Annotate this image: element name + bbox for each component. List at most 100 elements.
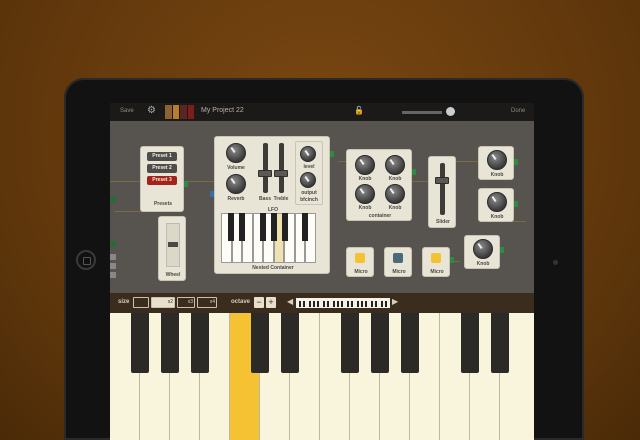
- knob[interactable]: [355, 155, 375, 175]
- treble-slider-thumb[interactable]: [274, 170, 288, 177]
- knob-label: Knob: [490, 214, 504, 220]
- swatch[interactable]: [180, 105, 187, 119]
- patch-port[interactable]: [184, 181, 188, 187]
- nested-container[interactable]: Volume Reverb Bass Treble level output b…: [214, 136, 330, 274]
- slider-track[interactable]: [440, 163, 445, 215]
- module-label: Wheel: [165, 272, 181, 278]
- preset-button-active[interactable]: Preset 3: [147, 176, 177, 185]
- done-button[interactable]: Done: [511, 108, 525, 114]
- size-label: size: [118, 299, 130, 305]
- slider-thumb[interactable]: [435, 177, 449, 184]
- chevron-left-icon[interactable]: ◀: [287, 297, 293, 306]
- knob[interactable]: [487, 192, 507, 212]
- patch-port[interactable]: [500, 247, 504, 253]
- lfo-subcontainer[interactable]: level output bfcinch: [295, 141, 323, 205]
- keyboard-options-bar: size x2 x3 x4 octave − + ◀ ▶: [110, 293, 534, 313]
- micro-module[interactable]: Micro: [422, 247, 450, 277]
- output-knob[interactable]: [300, 172, 316, 188]
- module-label: Slider: [436, 219, 450, 225]
- mini-black-key[interactable]: [282, 213, 288, 241]
- octave-up-button[interactable]: +: [266, 297, 276, 308]
- status-light: [110, 263, 116, 269]
- patch-port[interactable]: [514, 201, 518, 207]
- size-option[interactable]: x4: [197, 297, 217, 308]
- black-key[interactable]: [371, 313, 389, 373]
- size-option[interactable]: x3: [177, 297, 195, 308]
- knob-module[interactable]: Knob: [478, 188, 514, 222]
- swatch[interactable]: [172, 105, 179, 119]
- black-key[interactable]: [401, 313, 419, 373]
- knob[interactable]: [385, 184, 405, 204]
- knob-label: Knob: [490, 172, 504, 178]
- home-button[interactable]: [76, 250, 96, 270]
- black-key[interactable]: [281, 313, 299, 373]
- wheel-module[interactable]: Wheel: [158, 216, 186, 281]
- knob-container[interactable]: Knob Knob Knob Knob container: [346, 149, 412, 221]
- volume-slider[interactable]: [402, 111, 442, 114]
- micro-pad[interactable]: [393, 253, 403, 263]
- micro-pad[interactable]: [355, 253, 365, 263]
- size-option[interactable]: [133, 297, 149, 308]
- black-key[interactable]: [251, 313, 269, 373]
- level-knob[interactable]: [300, 146, 316, 162]
- camera: [553, 260, 558, 265]
- size-option-selected[interactable]: x2: [151, 297, 175, 308]
- octave-down-button[interactable]: −: [254, 297, 264, 308]
- bass-slider[interactable]: [263, 143, 268, 193]
- mini-black-key[interactable]: [228, 213, 234, 241]
- pitch-wheel[interactable]: [166, 223, 180, 267]
- mini-black-key[interactable]: [271, 213, 277, 241]
- piano-keyboard[interactable]: [110, 313, 534, 440]
- micro-module[interactable]: Micro: [384, 247, 412, 277]
- patch-port[interactable]: [330, 151, 334, 157]
- knob[interactable]: [355, 184, 375, 204]
- presets-module[interactable]: Preset 1 Preset 2 Preset 3 Presets: [140, 146, 184, 212]
- black-key[interactable]: [131, 313, 149, 373]
- volume-slider-thumb[interactable]: [446, 107, 455, 116]
- knob-module[interactable]: Knob: [464, 235, 500, 269]
- bass-slider-thumb[interactable]: [258, 170, 272, 177]
- black-key[interactable]: [161, 313, 179, 373]
- knob-label: Knob: [358, 205, 372, 211]
- black-key[interactable]: [461, 313, 479, 373]
- reverb-knob[interactable]: [226, 174, 246, 194]
- knob-module[interactable]: Knob: [478, 146, 514, 180]
- module-label: container: [368, 213, 392, 219]
- module-label: Micro: [392, 269, 406, 275]
- micro-module[interactable]: Micro: [346, 247, 374, 277]
- black-key[interactable]: [491, 313, 509, 373]
- gear-icon[interactable]: ⚙: [147, 106, 156, 116]
- knob[interactable]: [473, 239, 493, 259]
- patch-port[interactable]: [450, 257, 454, 263]
- keyboard-range-strip[interactable]: [296, 298, 390, 308]
- chevron-right-icon[interactable]: ▶: [392, 297, 398, 306]
- patch-port[interactable]: [210, 191, 214, 197]
- knob-label: level: [303, 164, 315, 170]
- treble-slider[interactable]: [279, 143, 284, 193]
- volume-knob[interactable]: [226, 143, 246, 163]
- knob[interactable]: [385, 155, 405, 175]
- preset-button[interactable]: Preset 2: [147, 164, 177, 173]
- swatch[interactable]: [187, 105, 194, 119]
- range-strip-keys: [299, 301, 387, 307]
- mini-black-key[interactable]: [239, 213, 245, 241]
- black-key[interactable]: [191, 313, 209, 373]
- mini-black-key[interactable]: [260, 213, 266, 241]
- patch-port[interactable]: [514, 159, 518, 165]
- knob[interactable]: [487, 150, 507, 170]
- swatch[interactable]: [165, 105, 172, 119]
- pitch-wheel-thumb[interactable]: [168, 242, 178, 247]
- mini-black-key[interactable]: [302, 213, 308, 241]
- save-button[interactable]: Save: [120, 108, 134, 114]
- project-title[interactable]: My Project 22: [201, 107, 244, 114]
- knob-label: Reverb: [227, 196, 245, 202]
- status-light: [110, 254, 116, 260]
- patch-port[interactable]: [412, 169, 416, 175]
- color-swatches[interactable]: [165, 105, 195, 119]
- black-key[interactable]: [341, 313, 359, 373]
- patch-canvas[interactable]: Preset 1 Preset 2 Preset 3 Presets Wheel…: [110, 121, 534, 293]
- micro-pad[interactable]: [431, 253, 441, 263]
- slider-module[interactable]: Slider: [428, 156, 456, 228]
- preset-button[interactable]: Preset 1: [147, 152, 177, 161]
- lock-icon[interactable]: 🔓: [354, 106, 364, 115]
